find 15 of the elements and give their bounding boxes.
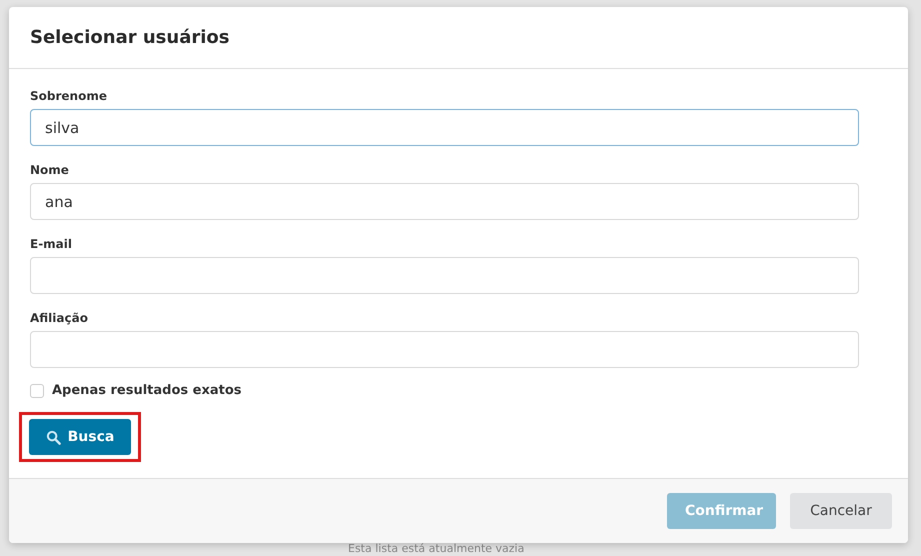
field-label: Nome (30, 163, 69, 177)
search-button[interactable]: Busca (29, 419, 131, 455)
input-field[interactable]: ana (30, 183, 859, 220)
cancel-button[interactable]: Cancelar (790, 493, 892, 529)
field-label: Sobrenome (30, 89, 107, 103)
checkbox[interactable] (30, 384, 44, 398)
checkbox-label: Apenas resultados exatos (52, 383, 242, 398)
field-label: E-mail (30, 237, 72, 251)
search-icon (46, 430, 61, 444)
input-field[interactable] (30, 257, 859, 294)
dialog-title: Selecionar usuários (30, 27, 230, 48)
input-field[interactable] (30, 331, 859, 368)
empty-list-text: Esta lista está atualmente vazia (348, 543, 524, 555)
input-field[interactable]: silva (30, 109, 859, 146)
field-label: Afiliação (30, 311, 88, 325)
